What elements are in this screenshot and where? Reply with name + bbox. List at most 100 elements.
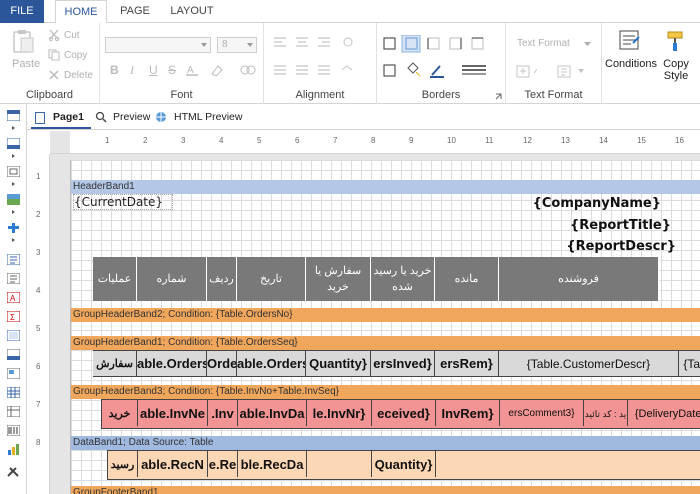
- underline-button[interactable]: U: [149, 63, 158, 77]
- column-header[interactable]: فروشنده: [499, 257, 659, 301]
- orders-cell[interactable]: Quantity}: [306, 351, 371, 377]
- expand-arrow-icon[interactable]: [12, 126, 15, 130]
- italic-button[interactable]: I: [130, 63, 134, 78]
- paste-icon[interactable]: [11, 29, 35, 55]
- delete-icon[interactable]: [48, 69, 60, 81]
- text-format-caret-icon[interactable]: [584, 42, 592, 47]
- crosstab-icon[interactable]: [7, 406, 20, 417]
- orders-cell[interactable]: سفارش: [93, 351, 137, 377]
- invoice-cell[interactable]: ersComment3}: [500, 400, 584, 426]
- copy-icon[interactable]: [48, 49, 60, 61]
- highlight-icon[interactable]: [210, 64, 224, 76]
- barcode-icon[interactable]: [7, 425, 20, 436]
- orders-cell[interactable]: {Tab: [679, 351, 700, 377]
- invoice-row[interactable]: خرید able.InvNe .Inv able.InvDa le.InvNr…: [101, 399, 700, 429]
- report-page[interactable]: HeaderBand1 {CurrentDate} {CompanyName} …: [70, 160, 700, 494]
- expand-arrow-icon[interactable]: [12, 182, 15, 186]
- column-header[interactable]: مانده: [435, 257, 499, 301]
- group-header-band-1[interactable]: GroupHeaderBand1; Condition: {Table.Orde…: [71, 336, 700, 350]
- receipt-row[interactable]: رسید able.RecN e.Re ble.RecDa Quantity}: [107, 450, 700, 480]
- bold-button[interactable]: B: [110, 63, 119, 77]
- tools-icon[interactable]: [7, 466, 20, 477]
- tab-file[interactable]: FILE: [0, 0, 44, 23]
- receipt-cell[interactable]: able.RecN: [138, 451, 208, 477]
- orders-cell[interactable]: ersInved}: [371, 351, 435, 377]
- text-format-buttons[interactable]: [516, 65, 596, 79]
- tab-layout[interactable]: LAYOUT: [166, 0, 218, 23]
- orders-cell[interactable]: {Table.CustomerDescr}: [499, 351, 679, 377]
- column-header[interactable]: ردیف: [207, 257, 237, 301]
- receipt-cell[interactable]: Quantity}: [372, 451, 436, 477]
- design-canvas[interactable]: HeaderBand1 {CurrentDate} {CompanyName} …: [50, 154, 700, 494]
- alignment-icons[interactable]: [272, 35, 367, 79]
- container-icon[interactable]: [7, 166, 20, 177]
- invoice-cell[interactable]: InvRem}: [436, 400, 500, 426]
- cross-band-icon[interactable]: [7, 138, 20, 149]
- tab-preview[interactable]: Preview: [113, 106, 150, 129]
- conditions-button[interactable]: Conditions: [605, 58, 657, 70]
- report-descr-field[interactable]: {ReportDescr}: [501, 239, 676, 257]
- column-header[interactable]: عملیات: [93, 257, 137, 301]
- invoice-cell[interactable]: able.InvDa: [238, 400, 307, 426]
- border-buttons[interactable]: [382, 35, 504, 79]
- copy-style-button[interactable]: Copy Style: [658, 58, 694, 82]
- image-icon[interactable]: [7, 194, 20, 205]
- invoice-cell[interactable]: ید : کد تائید: [584, 400, 628, 426]
- orders-cell[interactable]: able.Orders: [137, 351, 207, 377]
- borders-expand-icon[interactable]: [495, 93, 502, 100]
- invoice-cell[interactable]: le.InvNr}: [307, 400, 372, 426]
- text-icon[interactable]: [7, 254, 20, 265]
- group-header-band-2[interactable]: GroupHeaderBand2; Condition: {Table.Orde…: [71, 308, 700, 322]
- chart-icon[interactable]: [7, 444, 20, 455]
- tab-page1[interactable]: Page1: [31, 106, 91, 129]
- panel-icon[interactable]: [7, 330, 20, 341]
- font-more-icon[interactable]: [240, 64, 256, 76]
- column-header[interactable]: شماره: [137, 257, 207, 301]
- header-band[interactable]: HeaderBand1: [71, 180, 700, 194]
- component-icon[interactable]: [7, 222, 20, 233]
- invoice-cell[interactable]: eceived}: [372, 400, 436, 426]
- invoice-cell[interactable]: .Inv: [208, 400, 238, 426]
- current-date-field[interactable]: {CurrentDate}: [73, 194, 173, 210]
- tab-page[interactable]: PAGE: [113, 0, 157, 23]
- company-name-field[interactable]: {CompanyName}: [501, 196, 661, 214]
- column-header[interactable]: سفارش یا خرید: [306, 257, 371, 301]
- tab-home[interactable]: HOME: [55, 0, 107, 24]
- orders-cell[interactable]: ersRem}: [435, 351, 499, 377]
- orders-row[interactable]: سفارش able.Orders Orde able.OrdersD Quan…: [93, 350, 700, 377]
- invoice-cell[interactable]: able.InvNe: [138, 400, 208, 426]
- receipt-cell[interactable]: e.Re: [208, 451, 238, 477]
- font-color-icon[interactable]: A: [186, 64, 198, 76]
- font-name-dropdown[interactable]: [105, 37, 211, 53]
- column-header[interactable]: خرید یا رسید شده: [371, 257, 435, 301]
- orders-cell[interactable]: able.OrdersD: [237, 351, 306, 377]
- expand-arrow-icon[interactable]: [12, 210, 15, 214]
- expand-arrow-icon[interactable]: [12, 154, 15, 158]
- invoice-cell[interactable]: خرید: [102, 400, 138, 426]
- cut-icon[interactable]: [48, 29, 60, 41]
- receipt-cell[interactable]: ble.RecDa: [238, 451, 307, 477]
- system-text-icon[interactable]: Σ: [7, 311, 20, 322]
- rich-text-icon[interactable]: [7, 273, 20, 284]
- group-header-band-3[interactable]: GroupHeaderBand3; Condition: {Table.InvN…: [71, 385, 700, 399]
- copy-style-icon[interactable]: [664, 29, 688, 53]
- band-icon[interactable]: [7, 110, 20, 121]
- tab-html-preview[interactable]: HTML Preview: [174, 106, 242, 129]
- text-format-dropdown[interactable]: Text Format: [517, 38, 570, 49]
- text-in-cells-icon[interactable]: A: [7, 292, 20, 303]
- strikethrough-button[interactable]: S: [168, 63, 176, 77]
- column-header[interactable]: تاریخ: [237, 257, 306, 301]
- invoice-cell[interactable]: {DeliveryDate}: [628, 400, 700, 426]
- font-size-dropdown[interactable]: 8: [217, 37, 257, 53]
- report-title-field[interactable]: {ReportTitle}: [501, 218, 671, 236]
- data-band[interactable]: DataBand1; Data Source: Table: [71, 436, 700, 450]
- receipt-cell[interactable]: رسید: [108, 451, 138, 477]
- receipt-cell[interactable]: [307, 451, 372, 477]
- table-icon[interactable]: [7, 387, 20, 398]
- conditions-icon[interactable]: [617, 29, 643, 51]
- group-footer-band[interactable]: GroupFooterBand1: [71, 486, 700, 494]
- expand-arrow-icon[interactable]: [12, 238, 15, 242]
- shape-icon[interactable]: [7, 349, 20, 360]
- orders-cell[interactable]: Orde: [207, 351, 237, 377]
- subreport-icon[interactable]: [7, 368, 20, 379]
